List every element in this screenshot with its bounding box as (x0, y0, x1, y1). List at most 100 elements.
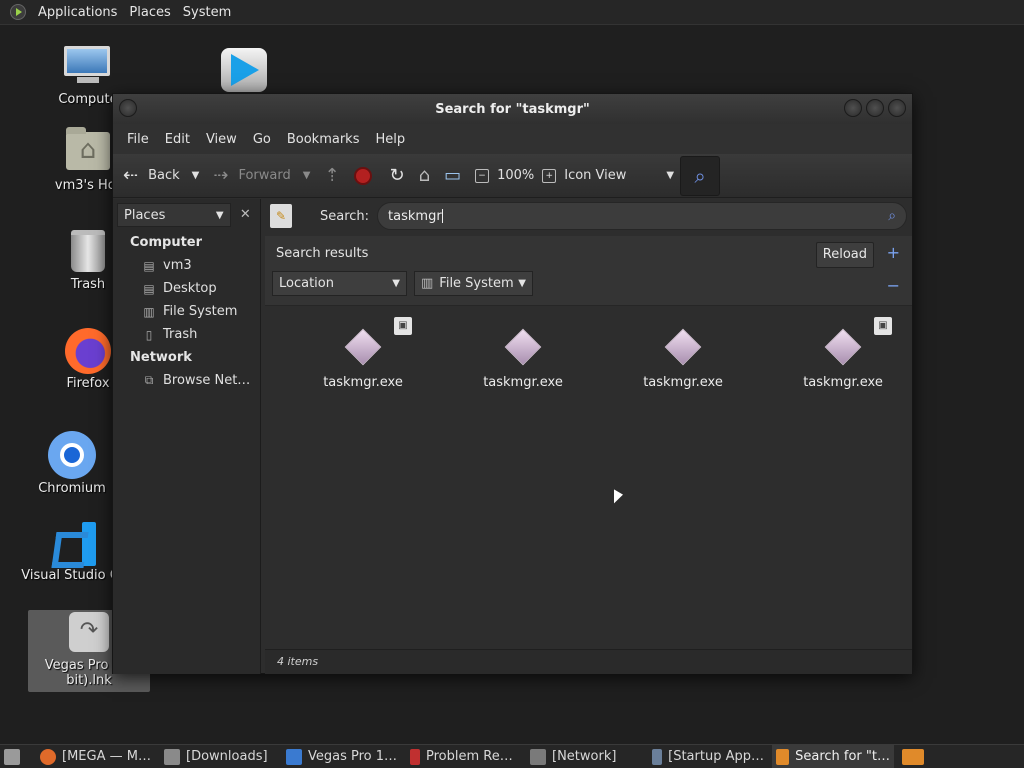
taskbar-item[interactable]: Problem Re… (406, 745, 522, 768)
item-count: 4 items (277, 655, 319, 668)
workspace-switcher[interactable] (898, 745, 928, 768)
view-mode-select[interactable]: Icon View ▼ (564, 168, 674, 183)
sidebar-item-label: File System (163, 304, 238, 319)
menu-logo-icon[interactable] (10, 4, 26, 20)
zoom-in-icon[interactable]: + (542, 168, 557, 183)
menu-help[interactable]: Help (367, 132, 413, 147)
menu-edit[interactable]: Edit (157, 132, 198, 147)
home-button[interactable]: ⌂ (419, 165, 430, 186)
menu-applications[interactable]: Applications (32, 5, 123, 20)
file-item[interactable]: ▣ taskmgr.exe (783, 317, 903, 390)
folder-icon (164, 748, 180, 765)
menu-view[interactable]: View (198, 132, 245, 147)
taskbar-item-label: Search for "t… (795, 749, 890, 764)
file-item[interactable]: ▣ taskmgr.exe (303, 317, 423, 390)
forward-label: Forward (238, 168, 291, 183)
taskbar-item[interactable]: Vegas Pro 1… (282, 745, 402, 768)
sidebar-close-icon[interactable]: ✕ (235, 204, 256, 226)
toolbar: ⇠ Back ▼ ⇢ Forward ▼ ⇡ ↻ ⌂ ▭ − 100% + Ic… (113, 154, 912, 198)
add-criterion-icon[interactable]: + (887, 243, 900, 262)
taskbar-item-label: [Startup App… (668, 749, 764, 764)
status-bar: 4 items (265, 649, 912, 674)
shortcut-icon (69, 612, 109, 652)
search-toggle-icon[interactable]: ⌕ (680, 155, 721, 196)
executable-file-icon (824, 328, 862, 366)
zoom-out-icon[interactable]: − (475, 168, 490, 183)
firefox-icon (65, 328, 111, 374)
file-name: taskmgr.exe (803, 375, 883, 390)
sidebar-item-trash[interactable]: ▯ Trash (113, 323, 260, 346)
view-mode-label: Icon View (564, 168, 627, 183)
taskbar-item-label: Problem Re… (426, 749, 513, 764)
stop-icon[interactable] (353, 166, 372, 185)
show-desktop-button[interactable] (0, 745, 24, 768)
network-icon (530, 748, 546, 765)
bottom-panel: [MEGA — M… [Downloads] Vegas Pro 1… Prob… (0, 744, 1024, 768)
edit-location-icon[interactable]: ✎ (270, 204, 292, 228)
reload-button[interactable]: Reload (815, 242, 874, 268)
drive-icon: ▥ (143, 304, 155, 319)
sidebar-item-label: Browse Net… (163, 373, 251, 388)
taskbar-item-label: [MEGA — M… (62, 749, 151, 764)
sidebar-selector[interactable]: Places ▼ (117, 203, 231, 227)
menu-file[interactable]: File (119, 132, 157, 147)
search-bar: ✎ Search: taskmgr ⌕ (265, 199, 912, 233)
sidebar-item-desktop[interactable]: ▤ Desktop (113, 277, 260, 300)
media-player-icon[interactable] (221, 48, 267, 92)
trash-icon: ▯ (145, 327, 153, 342)
file-name: taskmgr.exe (643, 375, 723, 390)
chevron-down-icon: ▼ (215, 209, 224, 221)
window-menu-button[interactable] (119, 99, 137, 117)
taskbar-item[interactable]: [Startup App… (648, 745, 768, 768)
reload-toolbar-button[interactable]: ↻ (390, 165, 405, 186)
file-item[interactable]: taskmgr.exe (463, 328, 583, 390)
location-label: File System (439, 276, 514, 291)
computer-button[interactable]: ▭ (444, 165, 461, 186)
menu-places[interactable]: Places (123, 5, 176, 20)
minimize-button[interactable] (844, 99, 862, 117)
sidebar-item-label: vm3 (163, 258, 192, 273)
search-window: Search for "taskmgr" File Edit View Go B… (112, 93, 913, 674)
firefox-icon (40, 748, 56, 765)
close-button[interactable] (888, 99, 906, 117)
taskbar-item[interactable]: [Network] (526, 745, 644, 768)
forward-button[interactable]: ⇢ Forward ▼ (213, 165, 310, 186)
menu-go[interactable]: Go (245, 132, 279, 147)
home-icon: ⌂ (418, 165, 431, 186)
zoom-level[interactable]: 100% (497, 168, 534, 183)
back-label: Back (148, 168, 180, 183)
search-results-title: Search results (276, 246, 369, 261)
title-bar[interactable]: Search for "taskmgr" (113, 94, 912, 124)
search-input[interactable]: taskmgr ⌕ (377, 202, 908, 230)
forward-history-chevron-icon[interactable]: ▼ (303, 170, 311, 181)
up-button[interactable]: ⇡ (324, 165, 339, 186)
home-folder-icon (66, 127, 110, 170)
maximize-button[interactable] (866, 99, 884, 117)
sidebar-item-browse-network[interactable]: ⧉ Browse Net… (113, 369, 260, 392)
location-select[interactable]: ▥ File System ▼ (414, 271, 533, 296)
back-button[interactable]: ⇠ Back ▼ (123, 165, 199, 186)
places-sidebar: Places ▼ ✕ Computer ▤ vm3 ▤ Desktop ▥ File … (113, 199, 261, 674)
startup-apps-icon (652, 748, 663, 765)
trash-icon (71, 230, 105, 272)
sidebar-item-vm3[interactable]: ▤ vm3 (113, 254, 260, 277)
up-arrow-icon: ⇡ (324, 165, 340, 186)
file-icon-view[interactable]: ▣ taskmgr.exe taskmgr.exe taskmgr.exe ▣ … (265, 307, 912, 649)
search-label: Search: (320, 208, 370, 224)
menu-system[interactable]: System (177, 5, 237, 20)
vegas-icon (286, 748, 302, 765)
back-history-chevron-icon[interactable]: ▼ (192, 170, 200, 181)
home-folder-icon: ▤ (143, 258, 155, 273)
taskbar-item[interactable]: [MEGA — M… (36, 745, 156, 768)
file-name: taskmgr.exe (323, 375, 403, 390)
workspace-icon (902, 748, 924, 765)
taskbar-item-label: [Network] (552, 749, 617, 764)
search-icon[interactable]: ⌕ (888, 208, 896, 224)
remove-criterion-icon[interactable]: − (887, 276, 900, 295)
taskbar-item-active[interactable]: Search for "t… (772, 744, 894, 768)
file-item[interactable]: taskmgr.exe (623, 328, 743, 390)
menu-bookmarks[interactable]: Bookmarks (279, 132, 368, 147)
sidebar-item-file-system[interactable]: ▥ File System (113, 300, 260, 323)
criterion-type-select[interactable]: Location ▼ (272, 271, 407, 296)
taskbar-item[interactable]: [Downloads] (160, 745, 278, 768)
